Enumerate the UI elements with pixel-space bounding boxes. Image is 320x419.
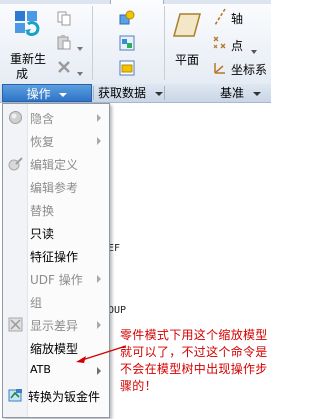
annotation-note: 零件模式下用这个缩放模型就可以了，不过这个命令是不会在模型树中出现操作步骤的！ [120, 328, 268, 393]
